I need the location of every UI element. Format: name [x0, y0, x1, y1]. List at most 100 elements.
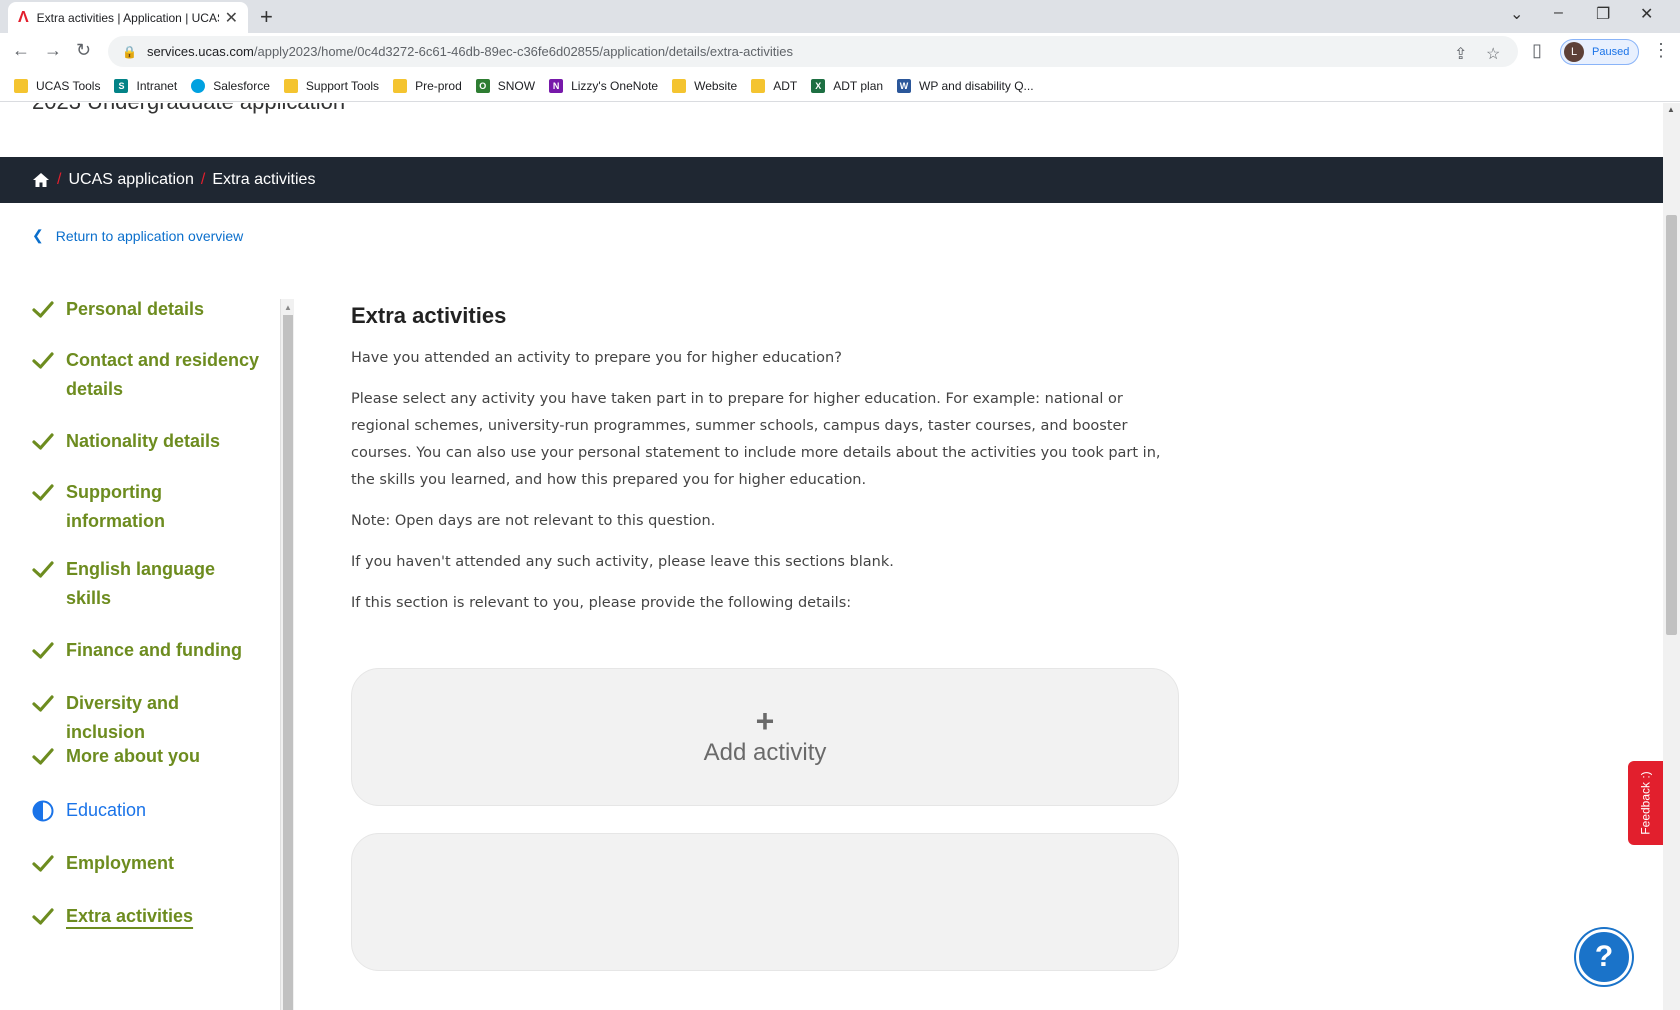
browser-menu-icon[interactable]: ⋮	[1652, 40, 1670, 61]
home-icon[interactable]	[32, 172, 50, 188]
main-content: Extra activities Have you attended an ac…	[351, 303, 1181, 631]
profile-status: Paused	[1592, 46, 1630, 58]
sidebar-item-label: Education	[66, 800, 147, 820]
feedback-tab[interactable]: Feedback :)	[1628, 761, 1663, 845]
folder-icon	[672, 78, 687, 93]
sidebar-item-label: Personal details	[66, 299, 205, 319]
bookmark-label: Salesforce	[213, 78, 270, 93]
bookmark-item[interactable]: W WP and disability Q...	[897, 78, 1034, 93]
tab-search-icon[interactable]: ⌄	[1510, 4, 1523, 24]
sidebar-item-english-language-skills[interactable]: English language skills	[32, 559, 262, 613]
help-button[interactable]: ?	[1576, 929, 1632, 985]
word-icon: W	[897, 78, 912, 93]
page-content: 2023 Undergraduate application / UCAS ap…	[0, 103, 1680, 1010]
bookmark-item[interactable]: X ADT plan	[811, 78, 883, 93]
close-tab-icon[interactable]: ✕	[225, 8, 238, 28]
sidebar-scrollbar[interactable]: ▲	[280, 299, 294, 1010]
bookmark-item[interactable]: Support Tools	[283, 78, 380, 93]
breadcrumb-separator: /	[57, 171, 62, 188]
sidebar-scroll-thumb[interactable]	[283, 315, 293, 1010]
folder-icon	[14, 78, 28, 93]
return-to-overview-link[interactable]: ❮ Return to application overview	[32, 227, 243, 244]
checkmark-icon	[32, 906, 54, 928]
page-scrollbar[interactable]: ▲	[1663, 103, 1680, 1010]
bookmark-item[interactable]: ADT	[751, 78, 798, 93]
reload-icon[interactable]: ↻	[76, 40, 91, 61]
sidebar-item-more-about-you[interactable]: More about you	[32, 746, 262, 771]
sidebar-item-finance-and-funding[interactable]: Finance and funding	[32, 640, 262, 665]
return-link-label: Return to application overview	[55, 227, 244, 244]
checkmark-icon	[32, 746, 54, 768]
bookmark-item[interactable]: Website	[672, 78, 737, 93]
bookmark-label: Intranet	[136, 78, 178, 93]
new-tab-icon[interactable]: +	[260, 4, 273, 30]
bookmark-label: Lizzy's OneNote	[571, 78, 659, 93]
forward-icon[interactable]: →	[44, 40, 62, 61]
avatar: L	[1564, 42, 1584, 62]
url-path: /apply2023/home/0c4d3272-6c61-46db-89ec-…	[253, 44, 794, 59]
question-text: Have you attended an activity to prepare…	[351, 350, 842, 366]
bookmark-item[interactable]: Salesforce	[191, 78, 270, 93]
add-activity-label: Add activity	[703, 739, 827, 766]
scroll-up-icon[interactable]: ▲	[1667, 105, 1675, 114]
sidebar-item-extra-activities[interactable]: Extra activities	[32, 906, 262, 931]
onenote-icon: N	[549, 78, 564, 93]
page-scroll-thumb[interactable]	[1666, 215, 1677, 635]
sidebar-item-label: Finance and funding	[66, 640, 242, 660]
checkmark-icon	[32, 350, 54, 372]
bookmark-item[interactable]: O SNOW	[475, 78, 536, 93]
sidebar-item-personal-details[interactable]: Personal details	[32, 299, 262, 324]
browser-tab[interactable]: Λ Extra activities | Application | UCAS …	[8, 2, 248, 33]
salesforce-icon	[191, 78, 206, 93]
help-icon: ?	[1594, 940, 1614, 973]
bookmark-label: SNOW	[497, 78, 536, 93]
activity-card-placeholder	[351, 833, 1179, 971]
bookmark-item[interactable]: UCAS Tools	[14, 78, 101, 93]
bookmarks-bar: UCAS Tools S Intranet Salesforce Support Too…	[0, 70, 1680, 102]
sidebar-item-nationality-details[interactable]: Nationality details	[32, 431, 262, 456]
breadcrumb-separator: /	[200, 171, 206, 188]
ucas-favicon-icon: Λ	[18, 8, 29, 26]
profile-button[interactable]: L Paused	[1560, 39, 1639, 65]
restore-icon[interactable]: ❐	[1596, 4, 1610, 24]
side-panel-icon[interactable]: ▯	[1532, 40, 1542, 61]
share-icon[interactable]: ⇪	[1454, 44, 1467, 64]
sidebar-item-education[interactable]: Education	[32, 800, 262, 825]
sidebar-item-label: Nationality details	[66, 431, 221, 451]
bookmark-label: Support Tools	[305, 78, 380, 93]
sidebar-item-label: Supporting information	[66, 482, 165, 531]
bookmark-label: ADT	[773, 78, 798, 93]
sidebar-item-employment[interactable]: Employment	[32, 853, 262, 878]
bookmark-item[interactable]: S Intranet	[114, 78, 178, 93]
breadcrumb-ucas-application[interactable]: UCAS application	[68, 171, 193, 189]
folder-icon	[283, 78, 298, 93]
sidebar-item-contact-and-residency-details[interactable]: Contact and residency details	[32, 350, 262, 404]
bookmark-item[interactable]: N Lizzy's OneNote	[549, 78, 659, 93]
minimize-icon[interactable]: –	[1554, 4, 1563, 22]
sidebar-item-supporting-information[interactable]: Supporting information	[32, 482, 262, 536]
checkmark-icon	[32, 559, 54, 581]
blank-instruction-text: If you haven't attended any such activit…	[351, 554, 894, 570]
bookmark-label: UCAS Tools	[36, 78, 101, 93]
address-bar[interactable]: 🔒 services.ucas.com/apply2023/home/0c4d3…	[108, 36, 1518, 67]
details-instruction-text: If this section is relevant to you, plea…	[351, 595, 852, 611]
checkmark-icon	[32, 482, 54, 504]
add-activity-button[interactable]: + Add activity	[351, 668, 1179, 806]
half-circle-icon	[32, 800, 54, 822]
application-title: 2023 Undergraduate application	[32, 103, 345, 115]
sidebar-item-label: English language skills	[66, 559, 216, 608]
page-title: Extra activities	[351, 303, 507, 328]
sidebar-item-label: More about you	[66, 746, 200, 766]
close-window-icon[interactable]: ✕	[1640, 4, 1653, 24]
back-icon[interactable]: ←	[12, 40, 30, 61]
sidebar-item-diversity-and-inclusion[interactable]: Diversity and inclusion	[32, 693, 262, 747]
sidebar-item-label: Contact and residency details	[66, 350, 260, 399]
folder-icon	[393, 78, 408, 93]
tab-title: Extra activities | Application | UCAS	[36, 10, 219, 25]
sharepoint-icon: S	[114, 78, 129, 93]
section-navigation: ▲ Personal details Contact and residency …	[0, 299, 294, 1010]
bookmark-star-icon[interactable]: ☆	[1486, 44, 1500, 64]
browser-tab-strip: Λ Extra activities | Application | UCAS …	[0, 0, 1680, 33]
scroll-up-icon[interactable]: ▲	[284, 303, 292, 312]
bookmark-item[interactable]: Pre-prod	[393, 78, 462, 93]
